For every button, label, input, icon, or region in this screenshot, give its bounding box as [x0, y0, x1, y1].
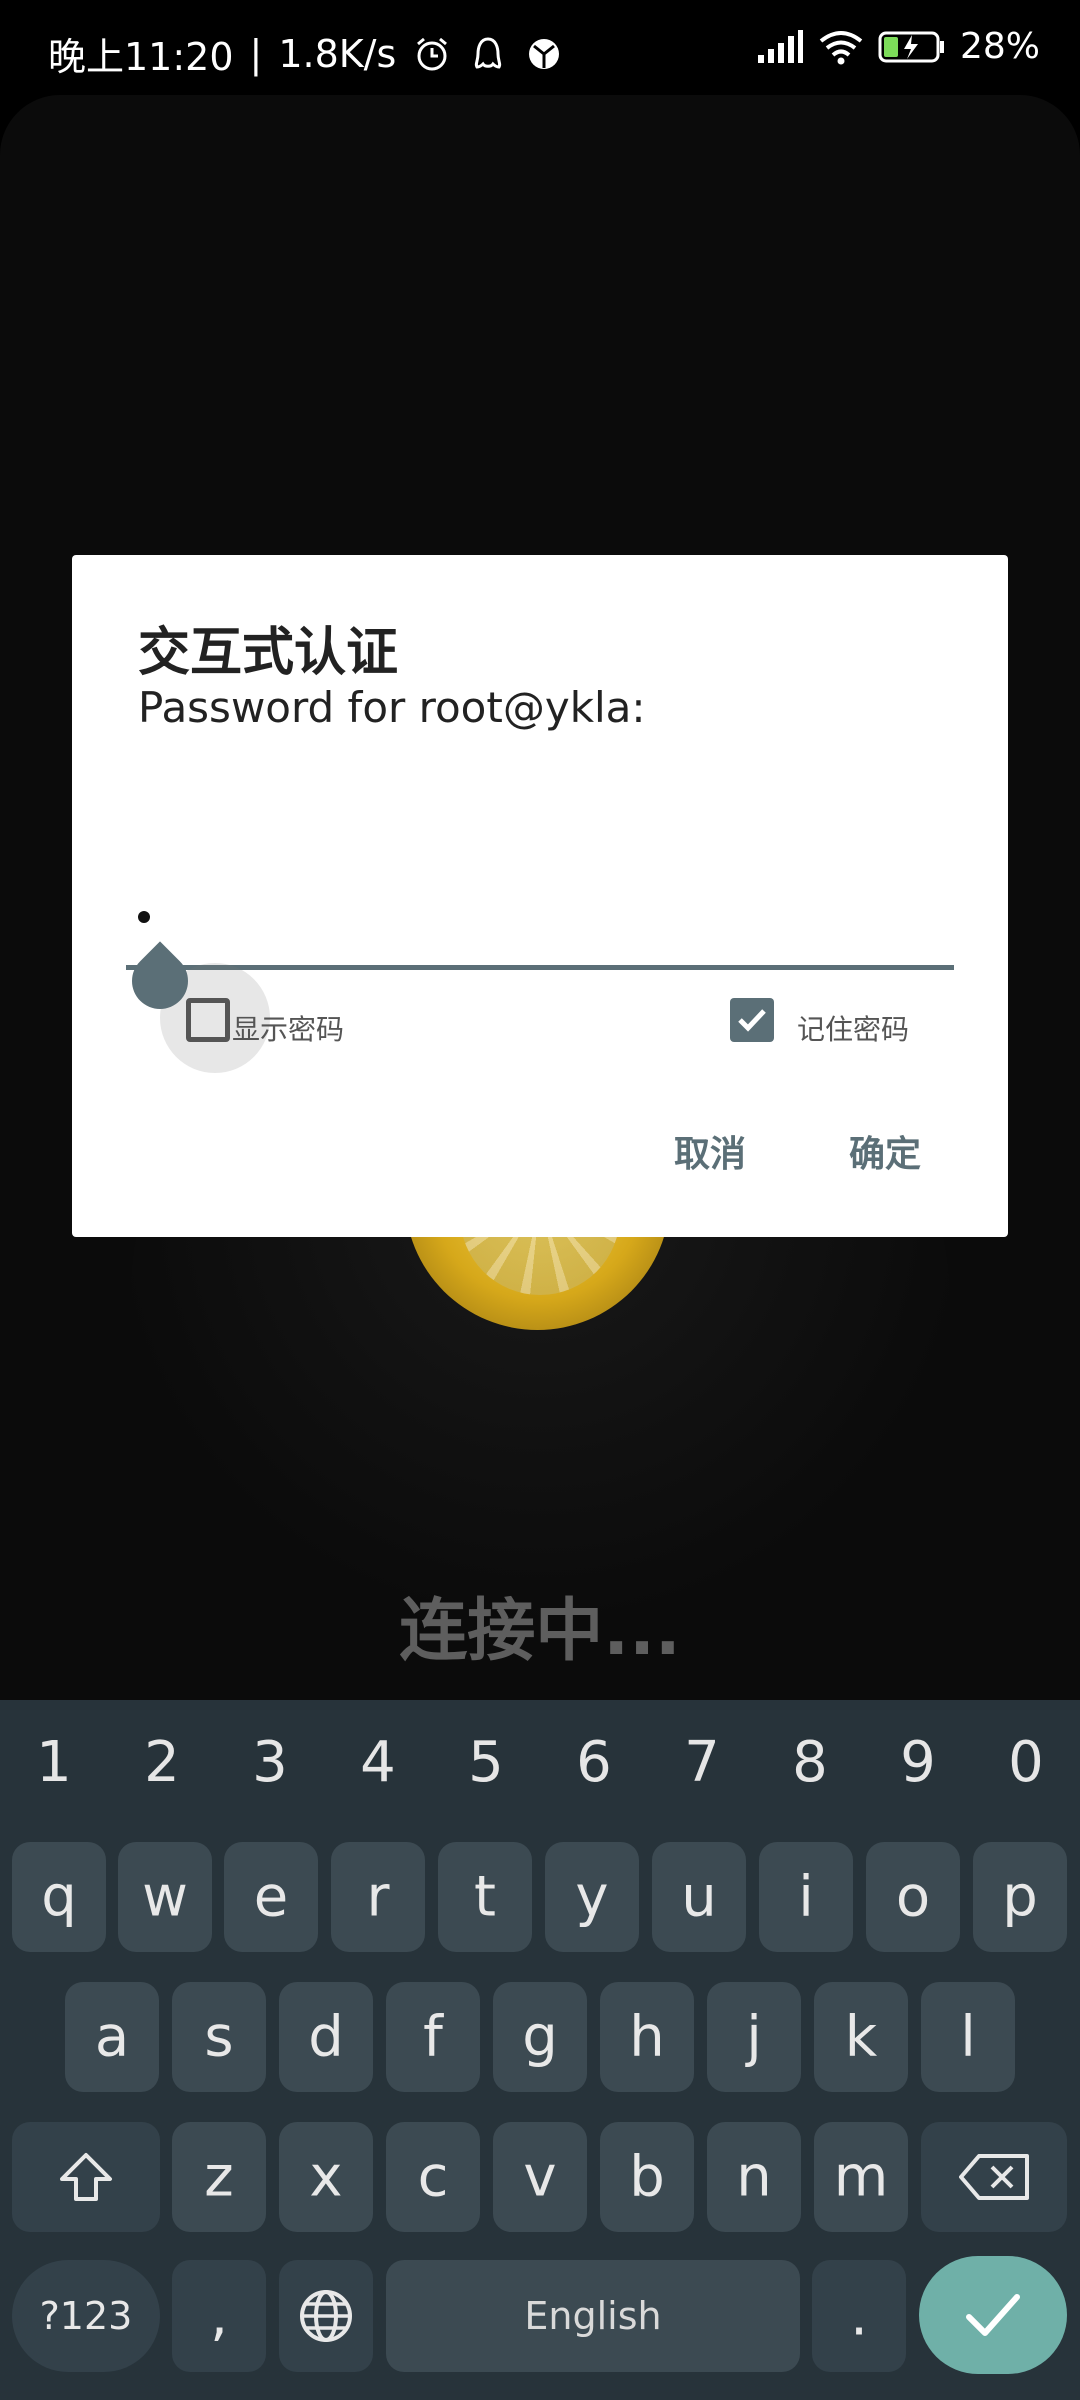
dialog-message: Password for root@ykla: [138, 683, 646, 732]
key-b[interactable]: b [600, 2122, 694, 2232]
key-2[interactable]: 2 [144, 1730, 180, 1830]
checkmark-icon [738, 1009, 766, 1032]
globe-icon [300, 2290, 352, 2342]
dialog-title: 交互式认证 [138, 623, 399, 683]
cancel-button[interactable]: 取消 [674, 1125, 746, 1177]
key-d[interactable]: d [279, 1982, 373, 2092]
shift-icon [60, 2153, 112, 2201]
comma-key[interactable]: , [172, 2260, 266, 2372]
key-8[interactable]: 8 [792, 1730, 828, 1830]
key-x[interactable]: x [279, 2122, 373, 2232]
key-i[interactable]: i [759, 1842, 853, 1952]
status-speed: 1.8K/s [278, 31, 397, 76]
battery-charging-icon [878, 31, 944, 62]
key-1[interactable]: 1 [36, 1730, 72, 1830]
app-icon [529, 38, 560, 69]
key-m[interactable]: m [814, 2122, 908, 2232]
key-h[interactable]: h [600, 1982, 694, 2092]
show-password-label: 显示密码 [232, 1013, 345, 1046]
backspace-icon [959, 2154, 1029, 2200]
key-o[interactable]: o [866, 1842, 960, 1952]
key-a[interactable]: a [65, 1982, 159, 2092]
check-icon [966, 2294, 1020, 2336]
show-password-checkbox[interactable] [186, 998, 230, 1042]
key-y[interactable]: y [545, 1842, 639, 1952]
key-g[interactable]: g [493, 1982, 587, 2092]
language-key[interactable] [279, 2260, 373, 2372]
signal-icon [757, 29, 803, 63]
key-w[interactable]: w [118, 1842, 212, 1952]
shift-key[interactable] [12, 2122, 160, 2232]
key-t[interactable]: t [438, 1842, 532, 1952]
ok-button[interactable]: 确定 [849, 1125, 921, 1177]
key-0[interactable]: 0 [1008, 1730, 1044, 1830]
key-3[interactable]: 3 [252, 1730, 288, 1830]
key-f[interactable]: f [386, 1982, 480, 2092]
key-4[interactable]: 4 [360, 1730, 396, 1830]
enter-key[interactable] [919, 2256, 1067, 2374]
soft-keyboard: 1 2 3 4 5 6 7 8 9 0 q w e r t y u i o p … [0, 1700, 1080, 2400]
key-u[interactable]: u [652, 1842, 746, 1952]
number-row: 1 2 3 4 5 6 7 8 9 0 [0, 1730, 1080, 1830]
wifi-icon [819, 30, 863, 64]
key-e[interactable]: e [224, 1842, 318, 1952]
key-j[interactable]: j [707, 1982, 801, 2092]
key-k[interactable]: k [814, 1982, 908, 2092]
backspace-key[interactable] [921, 2122, 1067, 2232]
symbols-key[interactable]: ?123 [12, 2260, 160, 2372]
alarm-icon [417, 37, 448, 70]
key-p[interactable]: p [973, 1842, 1067, 1952]
password-input[interactable] [126, 885, 954, 970]
space-key[interactable]: English [386, 2260, 800, 2372]
qq-icon [475, 36, 502, 69]
key-c[interactable]: c [386, 2122, 480, 2232]
key-q[interactable]: q [12, 1842, 106, 1952]
key-6[interactable]: 6 [576, 1730, 612, 1830]
key-l[interactable]: l [921, 1982, 1015, 2092]
password-dot [138, 911, 150, 923]
remember-password-label: 记住密码 [797, 1013, 910, 1046]
key-z[interactable]: z [172, 2122, 266, 2232]
status-time: 晚上11:20 [48, 35, 234, 79]
key-s[interactable]: s [172, 1982, 266, 2092]
key-r[interactable]: r [331, 1842, 425, 1952]
key-9[interactable]: 9 [900, 1730, 936, 1830]
battery-percent: 28% [959, 26, 1040, 67]
key-7[interactable]: 7 [684, 1730, 720, 1830]
connecting-status: 连接中... [399, 1592, 681, 1671]
remember-password-checkbox[interactable] [730, 998, 774, 1042]
key-5[interactable]: 5 [468, 1730, 504, 1830]
status-separator: | [249, 31, 263, 76]
key-n[interactable]: n [707, 2122, 801, 2232]
auth-dialog: 交互式认证 Password for root@ykla: 显示密码 记住密码 … [72, 555, 1008, 1237]
period-key[interactable]: . [812, 2260, 906, 2372]
key-v[interactable]: v [493, 2122, 587, 2232]
status-bar: 晚上11:20 | 1.8K/s 28% [0, 0, 1080, 105]
